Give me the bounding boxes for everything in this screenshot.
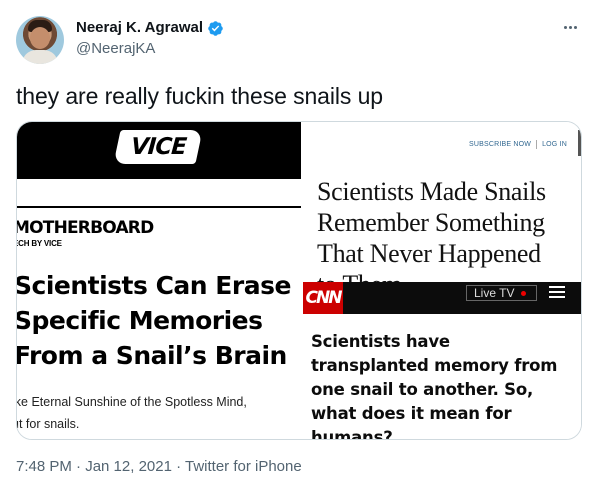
subsection-label: ECH BY VICE bbox=[17, 239, 62, 248]
tweet-timestamp[interactable]: 7:48 PM · Jan 12, 2021 · Twitter for iPh… bbox=[16, 457, 302, 477]
avatar[interactable] bbox=[16, 16, 64, 64]
vice-headline: Scientists Can Erase Specific Memories F… bbox=[17, 271, 291, 370]
cnn-article-image[interactable]: CNN Live TV Scientists have transplanted… bbox=[303, 282, 581, 440]
live-tv-button: Live TV bbox=[466, 285, 537, 301]
nyt-article-image[interactable]: SUBSCRIBE NOW LOG IN Scientists Made Sna… bbox=[303, 122, 581, 282]
login-link: LOG IN bbox=[542, 141, 567, 148]
display-name-row: Neeraj K. Agrawal bbox=[76, 18, 224, 38]
nyt-headline: Scientists Made Snails Remember Somethin… bbox=[317, 177, 546, 282]
verified-badge-icon bbox=[208, 20, 223, 36]
vice-header-bar: VICE bbox=[17, 122, 301, 179]
author-names: Neeraj K. Agrawal @NeerajKA bbox=[76, 18, 224, 59]
section-label: MOTHERBOARD bbox=[17, 218, 154, 238]
ellipsis-icon bbox=[563, 25, 567, 29]
cnn-headline: Scientists have transplanted memory from… bbox=[311, 332, 558, 440]
cnn-logo: CNN bbox=[303, 282, 343, 314]
live-dot-icon bbox=[521, 290, 527, 296]
nyt-account-links: SUBSCRIBE NOW LOG IN bbox=[469, 140, 567, 149]
handle[interactable]: @NeerajKA bbox=[76, 39, 224, 59]
tweet-text: they are really fuckin these snails up bbox=[16, 83, 383, 109]
cnn-header-bar: CNN Live TV bbox=[303, 282, 581, 314]
divider bbox=[17, 206, 301, 208]
vice-dek: ike Eternal Sunshine of the Spotless Min… bbox=[17, 395, 247, 431]
more-options-button[interactable] bbox=[559, 18, 581, 36]
vice-article-image[interactable]: VICE MOTHERBOARD ECH BY VICE Scientists … bbox=[17, 122, 301, 439]
scrollbar bbox=[578, 130, 581, 156]
divider bbox=[536, 140, 538, 149]
display-name[interactable]: Neeraj K. Agrawal bbox=[76, 18, 203, 38]
vice-logo: VICE bbox=[113, 130, 203, 164]
subscribe-link: SUBSCRIBE NOW bbox=[468, 141, 532, 148]
tweet-media[interactable]: VICE MOTHERBOARD ECH BY VICE Scientists … bbox=[16, 121, 582, 440]
tweet-header: Neeraj K. Agrawal @NeerajKA bbox=[16, 12, 581, 66]
hamburger-menu-icon bbox=[549, 286, 565, 298]
